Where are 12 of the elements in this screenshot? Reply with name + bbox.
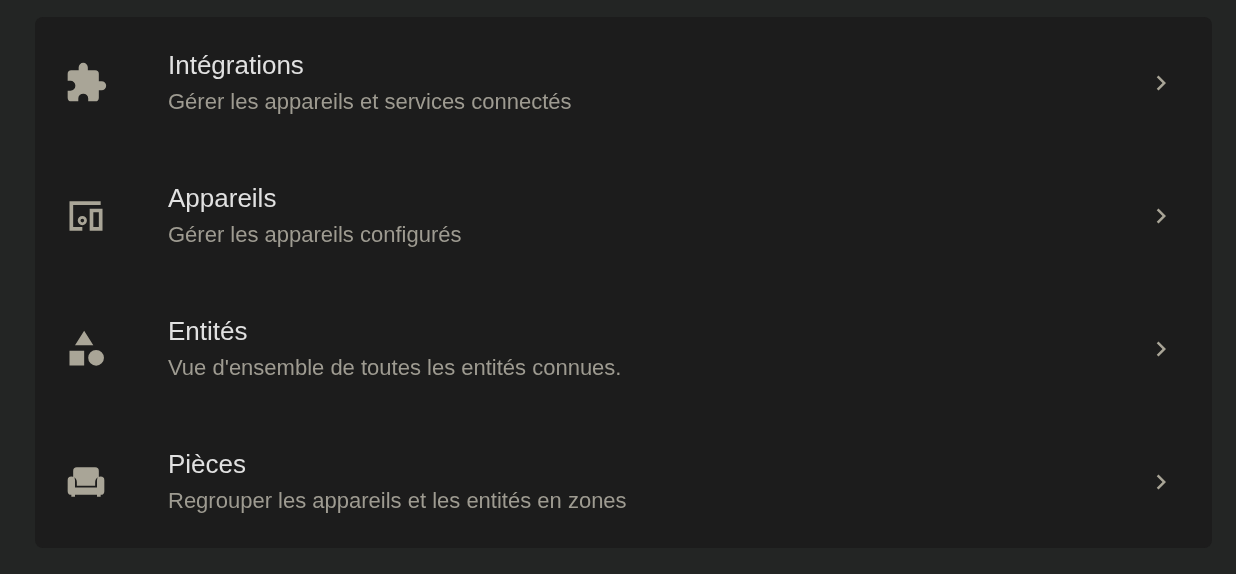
menu-item[interactable]: Entités Vue d'ensemble de toutes les entités connues. xyxy=(35,282,1212,416)
menu-item[interactable]: Pièces Regrouper les appareils et les entités en zones xyxy=(35,415,1212,548)
menu-item[interactable]: Intégrations Gérer les appareils et services connectés xyxy=(35,17,1212,150)
menu-item[interactable]: Appareils Gérer les appareils configurés xyxy=(35,149,1212,283)
item-title: Appareils xyxy=(168,183,278,214)
item-title: Intégrations xyxy=(168,50,305,81)
item-description: Vue d'ensemble de toutes les entités connues. xyxy=(168,353,623,382)
item-description: Gérer les appareils configurés xyxy=(168,221,463,250)
item-title: Entités xyxy=(168,315,249,346)
item-description: Gérer les appareils et services connectés xyxy=(168,88,573,117)
item-title: Pièces xyxy=(168,448,248,479)
item-description: Regrouper les appareils et les entités en zones xyxy=(168,486,628,515)
